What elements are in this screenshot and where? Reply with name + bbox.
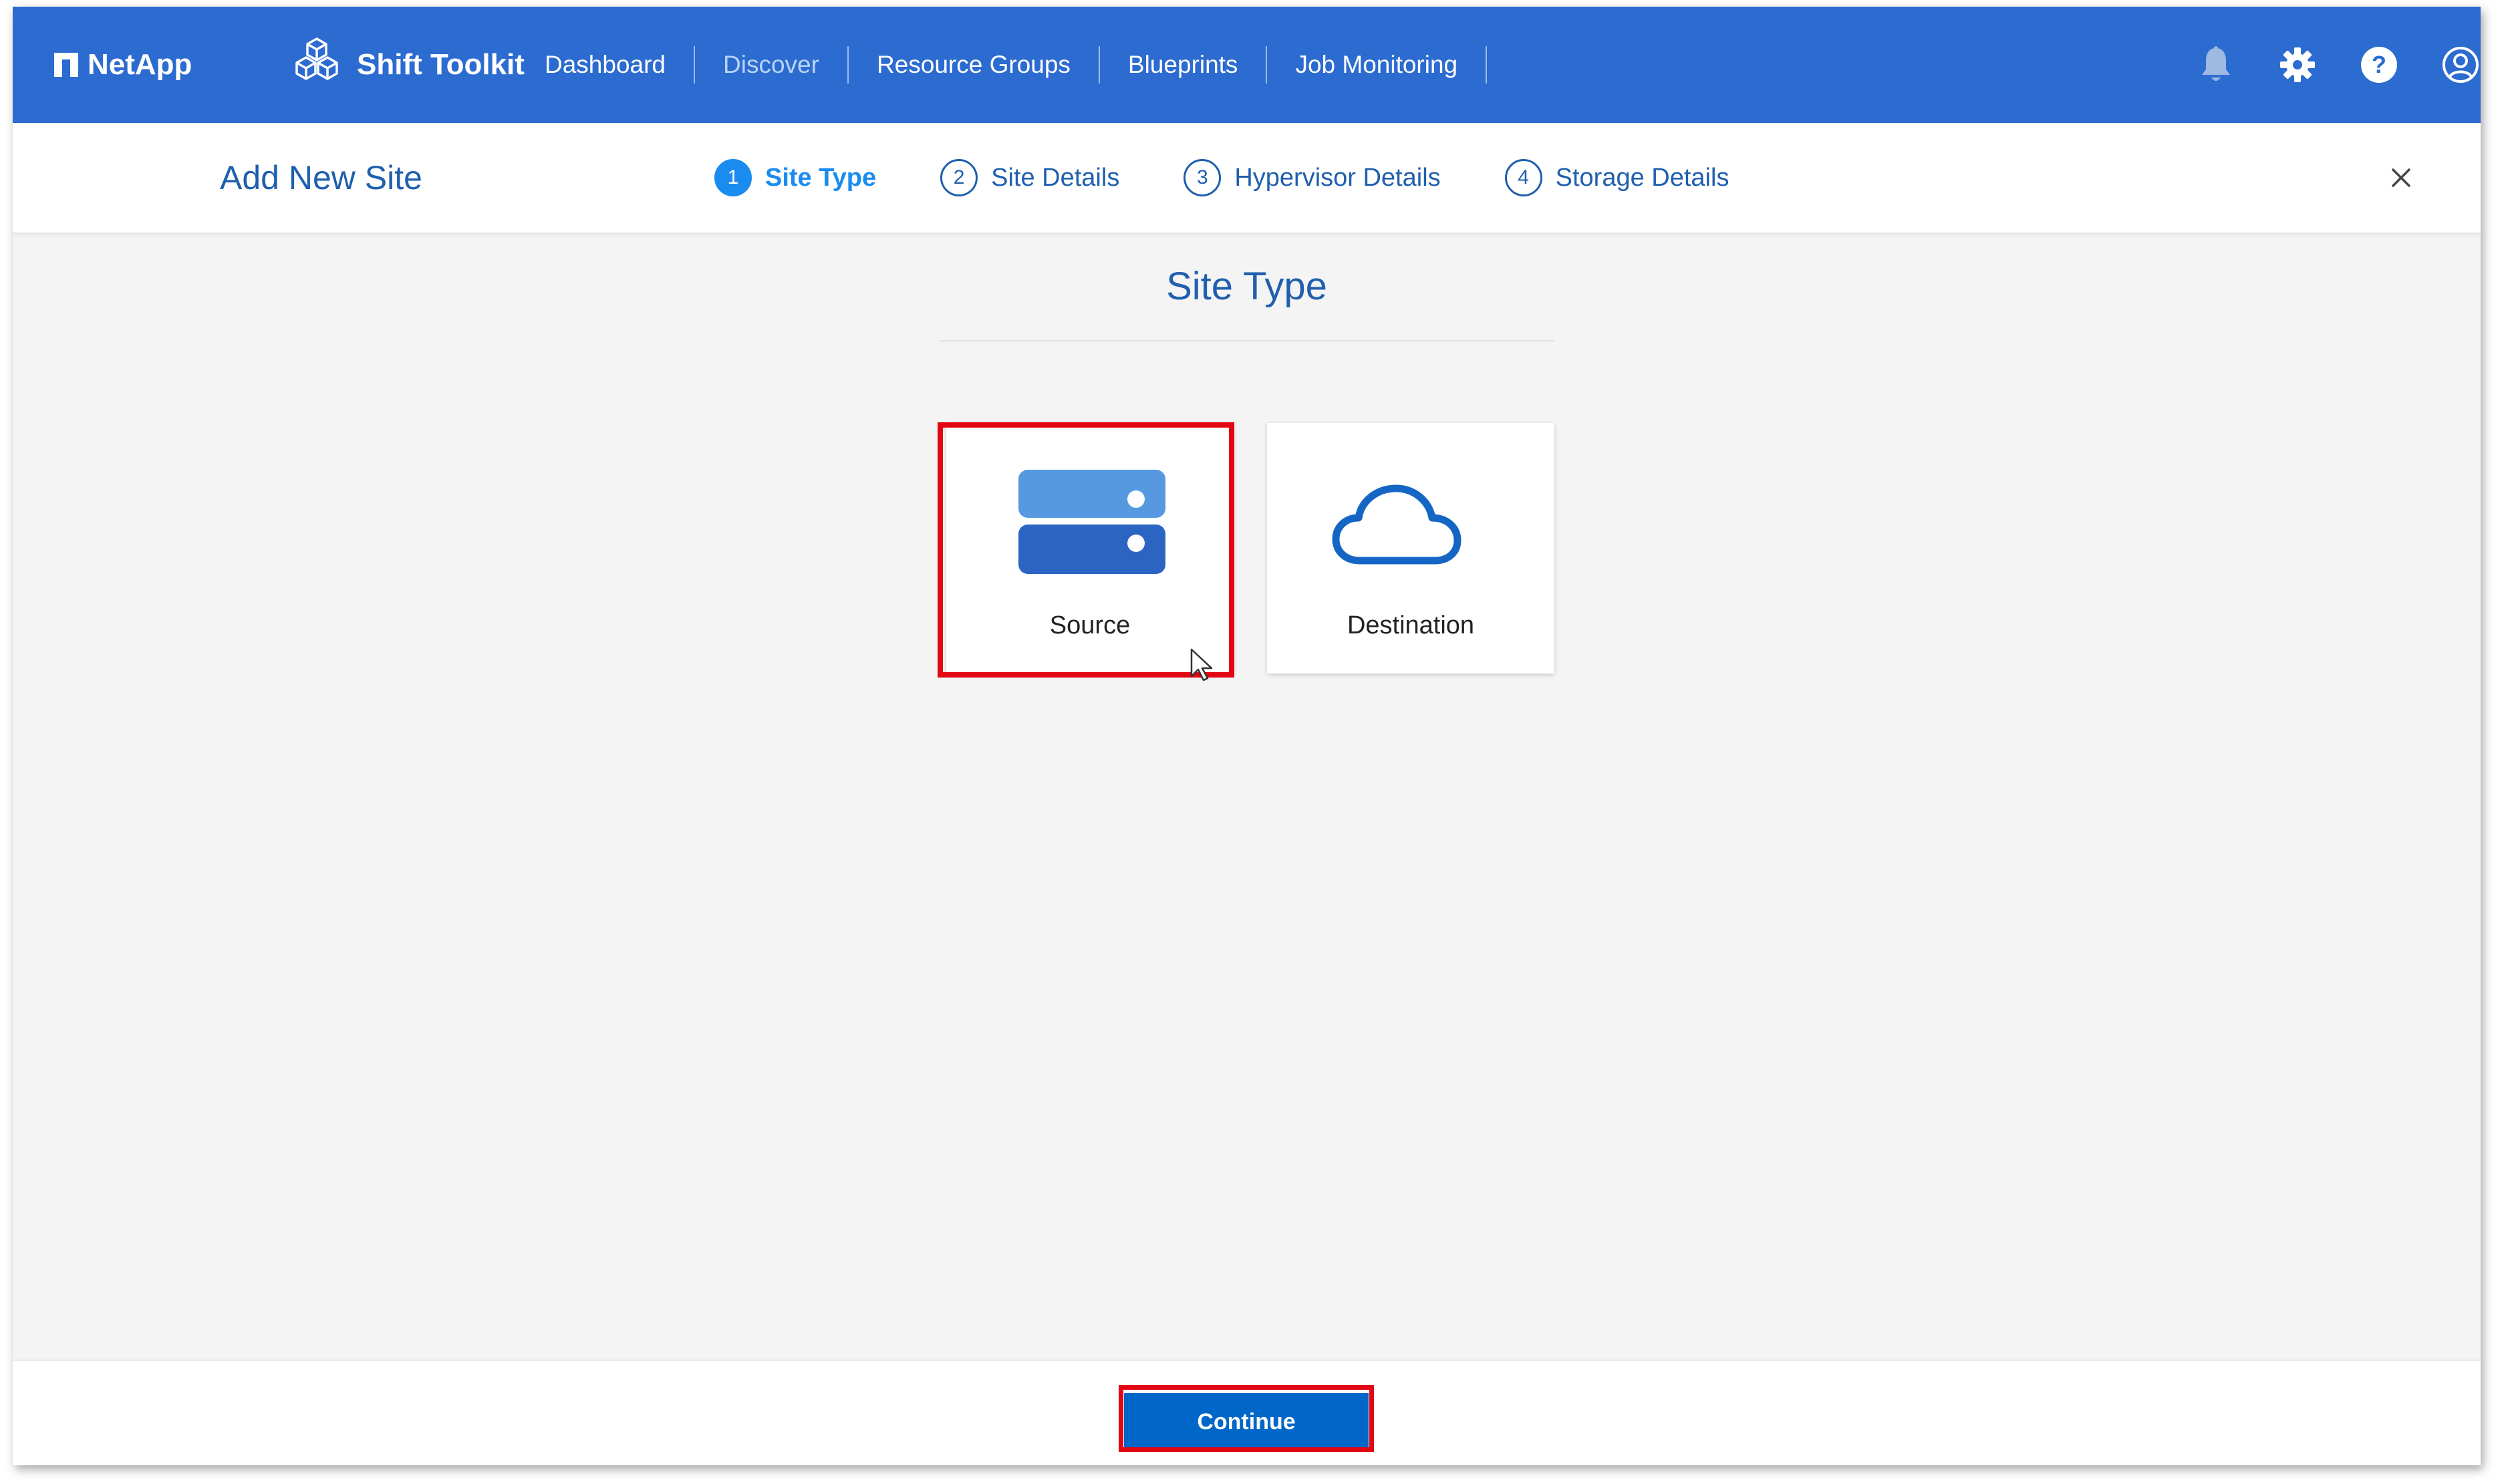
hexagon-cubes-icon — [290, 35, 343, 96]
step-label: Site Details — [991, 163, 1120, 192]
nav-item-blueprints[interactable]: Blueprints — [1098, 46, 1266, 84]
wizard-footer: Continue — [13, 1361, 2481, 1465]
section-divider — [940, 340, 1554, 341]
page-title: Add New Site — [220, 159, 422, 196]
mouse-cursor-icon — [1190, 648, 1213, 682]
site-type-option-source[interactable]: Source — [946, 423, 1234, 674]
product-name: Shift Toolkit — [357, 48, 525, 81]
step-site-details[interactable]: 2 Site Details — [940, 159, 1119, 196]
step-number: 1 — [714, 159, 752, 196]
continue-button[interactable]: Continue — [1124, 1393, 1369, 1451]
step-label: Site Type — [765, 163, 877, 192]
nav-utility-icons: ? — [2154, 7, 2481, 123]
help-icon[interactable]: ? — [2359, 45, 2399, 85]
gear-icon[interactable] — [2277, 45, 2318, 85]
step-number: 3 — [1184, 159, 1222, 196]
brand-name: NetApp — [88, 48, 192, 81]
server-icon — [1018, 470, 1165, 574]
nav-item-discover[interactable]: Discover — [694, 46, 847, 84]
step-number: 4 — [1504, 159, 1542, 196]
bell-icon[interactable] — [2196, 45, 2236, 85]
step-site-type[interactable]: 1 Site Type — [714, 159, 876, 196]
step-label: Storage Details — [1555, 163, 1729, 192]
close-icon — [2392, 168, 2410, 187]
netapp-logo[interactable]: NetApp — [54, 7, 192, 123]
product-title[interactable]: Shift Toolkit — [290, 7, 525, 123]
step-label: Hypervisor Details — [1234, 163, 1441, 192]
app-window: NetApp Shift Toolkit Dashboard Discover … — [13, 7, 2481, 1465]
nav-item-dashboard[interactable]: Dashboard — [545, 46, 694, 84]
step-storage-details[interactable]: 4 Storage Details — [1504, 159, 1729, 196]
option-label: Source — [1049, 611, 1131, 639]
section-title: Site Type — [1166, 265, 1327, 308]
close-button[interactable] — [2385, 162, 2417, 194]
nav-item-job-monitoring[interactable]: Job Monitoring — [1266, 46, 1488, 84]
main-nav: Dashboard Discover Resource Groups Bluep… — [545, 7, 1488, 123]
netapp-logo-icon — [54, 53, 78, 77]
nav-item-resource-groups[interactable]: Resource Groups — [847, 46, 1099, 84]
site-type-option-destination[interactable]: Destination — [1267, 423, 1554, 674]
step-number: 2 — [940, 159, 978, 196]
top-navigation-bar: NetApp Shift Toolkit Dashboard Discover … — [13, 7, 2481, 123]
option-label: Destination — [1347, 611, 1475, 639]
cloud-icon — [1332, 484, 1461, 565]
step-hypervisor-details[interactable]: 3 Hypervisor Details — [1184, 159, 1441, 196]
wizard-header: Add New Site 1 Site Type 2 Site Details … — [13, 123, 2481, 233]
wizard-steps: 1 Site Type 2 Site Details 3 Hypervisor … — [714, 123, 1793, 233]
user-icon[interactable] — [2441, 45, 2481, 85]
svg-text:?: ? — [2372, 51, 2386, 78]
